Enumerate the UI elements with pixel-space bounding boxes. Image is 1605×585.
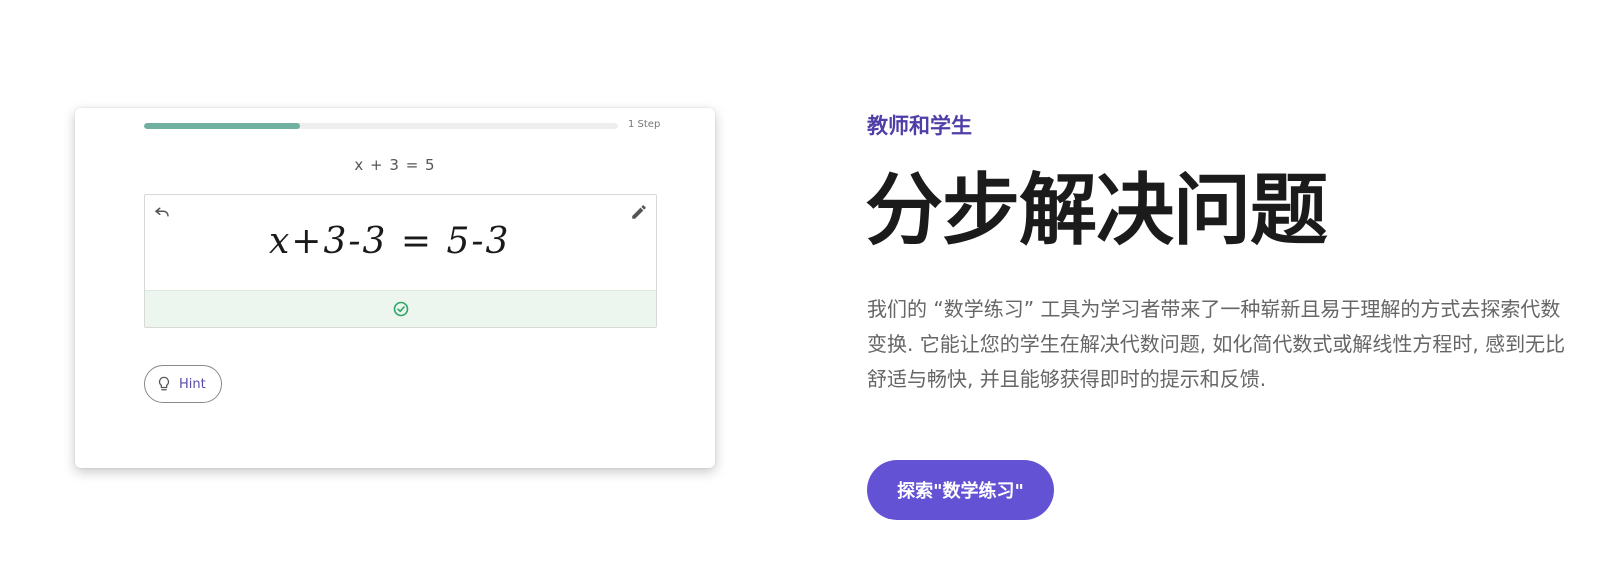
handwriting-workspace[interactable]: x+3-3 = 5-3 [144, 194, 657, 328]
explore-math-practice-button[interactable]: 探索"数学练习" [867, 460, 1054, 520]
edit-button[interactable] [628, 201, 650, 223]
section-description: 我们的 “数学练习” 工具为学习者带来了一种崭新且易于理解的方式去探索代数变换.… [867, 297, 1566, 391]
undo-button[interactable] [151, 201, 173, 223]
check-circle-icon [393, 301, 408, 317]
progress-bar-fill [144, 123, 301, 129]
handwritten-step: x+3-3 = 5-3 [145, 221, 656, 269]
pencil-icon [632, 205, 646, 219]
page: 1 Step x + 3 = 5 x+3-3 = 5-3 Hint 教师和学生 … [0, 0, 1605, 585]
hint-button-label: Hint [179, 376, 206, 392]
progress-bar [144, 123, 618, 129]
undo-icon [155, 207, 169, 217]
handwritten-step-text: x+3-3 = 5-3 [269, 221, 511, 262]
problem-equation: x + 3 = 5 [354, 156, 436, 174]
page-title: 分步解决问题 [865, 166, 1328, 256]
hint-button[interactable]: Hint [144, 365, 222, 403]
step-result-bar [145, 290, 656, 327]
lightbulb-icon [158, 376, 170, 391]
section-eyebrow: 教师和学生 [867, 114, 972, 138]
math-practice-card: 1 Step x + 3 = 5 x+3-3 = 5-3 Hint [75, 108, 715, 468]
progress-step-label: 1 Step [628, 119, 661, 130]
